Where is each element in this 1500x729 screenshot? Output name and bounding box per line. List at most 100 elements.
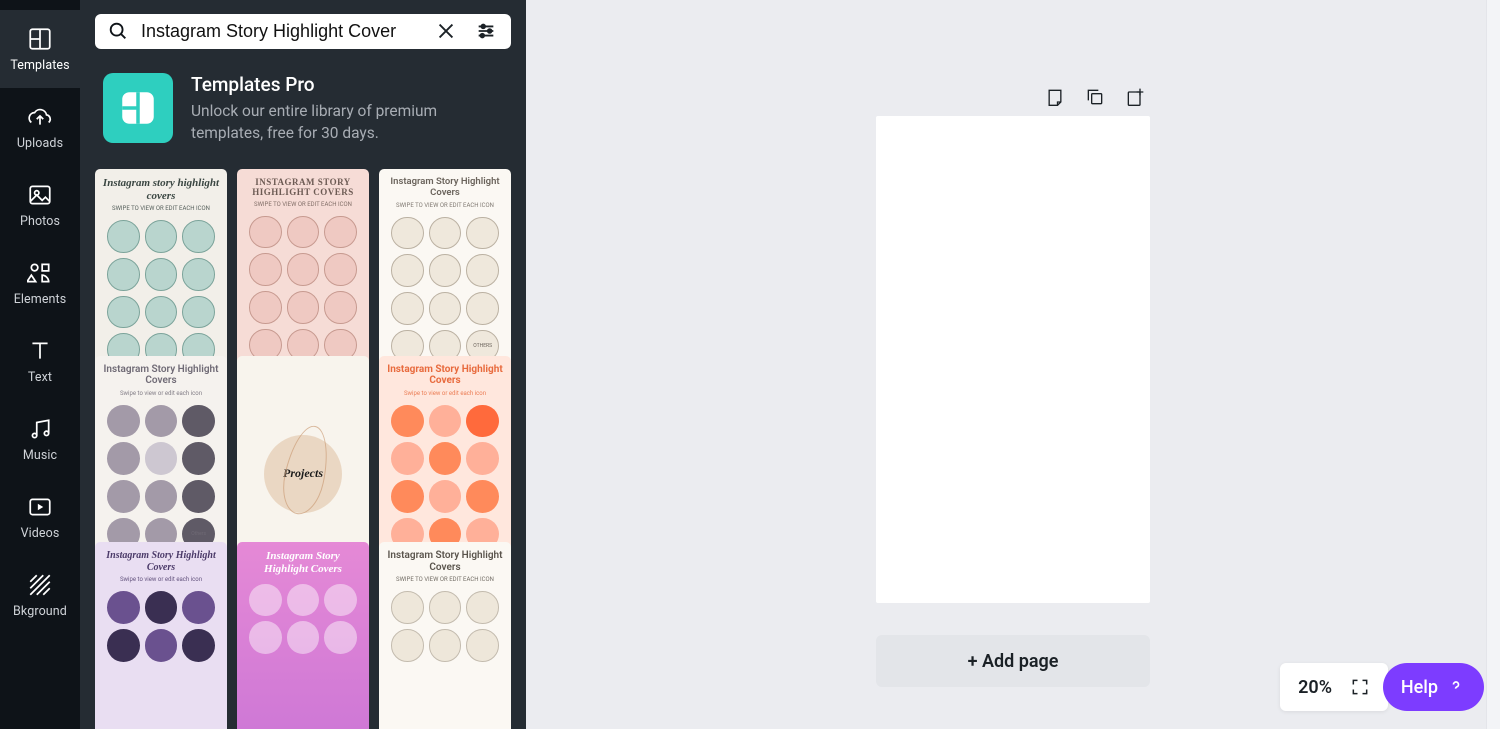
help-icon xyxy=(1446,677,1466,697)
duplicate-page-button[interactable] xyxy=(1084,86,1106,108)
copy-icon xyxy=(1085,87,1105,107)
sliders-icon xyxy=(475,20,497,42)
template-icon-circle xyxy=(287,584,320,617)
template-icon-circle xyxy=(107,591,140,624)
template-title: Instagram Story Highlight Covers xyxy=(385,364,505,387)
fullscreen-button[interactable] xyxy=(1350,677,1370,697)
template-icon-circle xyxy=(182,629,215,662)
template-icon-circle xyxy=(107,258,140,291)
nav-uploads[interactable]: Uploads xyxy=(0,88,80,166)
videos-icon xyxy=(27,494,53,520)
nav-photos[interactable]: Photos xyxy=(0,166,80,244)
nav-elements[interactable]: Elements xyxy=(0,244,80,322)
template-icon-circle xyxy=(249,584,282,617)
template-icon-circle xyxy=(107,442,140,475)
nav-music[interactable]: Music xyxy=(0,400,80,478)
template-subtitle: Swipe to view or edit each icon xyxy=(120,390,202,397)
template-icon-circle xyxy=(391,254,424,287)
template-icon-circle xyxy=(287,621,320,654)
nav-label: Music xyxy=(23,448,57,463)
template-subtitle: SWIPE TO VIEW OR EDIT EACH ICON xyxy=(396,576,494,583)
text-icon xyxy=(27,338,53,364)
template-icon-circle xyxy=(391,480,424,513)
nav-templates[interactable]: Templates xyxy=(0,10,80,88)
template-icon-circle xyxy=(287,216,320,249)
background-icon xyxy=(27,572,53,598)
template-icon-circle xyxy=(249,253,282,286)
close-icon xyxy=(435,20,457,42)
add-page-label: + Add page xyxy=(968,651,1059,672)
nav-label: Bkground xyxy=(13,604,67,619)
template-icon-circle xyxy=(145,591,178,624)
filter-button[interactable] xyxy=(471,16,501,46)
template-icon-circle xyxy=(287,253,320,286)
search-input[interactable] xyxy=(129,21,431,42)
template-icon-circle xyxy=(429,442,462,475)
search-bar xyxy=(95,14,511,49)
nav-label: Videos xyxy=(21,526,60,541)
template-icon-circle xyxy=(466,405,499,438)
notes-button[interactable] xyxy=(1044,86,1066,108)
template-icon-circle xyxy=(391,405,424,438)
template-icon-circle xyxy=(107,629,140,662)
template-title: INSTAGRAM STORY HIGHLIGHT COVERS xyxy=(243,177,363,198)
leaf-decoration xyxy=(277,422,335,518)
template-icon-circle xyxy=(145,296,178,329)
template-icon-circle xyxy=(324,216,357,249)
note-icon xyxy=(1045,87,1065,107)
template-card[interactable]: Instagram Story Highlight CoversSwipe to… xyxy=(95,542,227,729)
pro-badge-icon xyxy=(103,73,173,143)
nav-text[interactable]: Text xyxy=(0,322,80,400)
template-icon-circle xyxy=(145,405,178,438)
template-icon-circle xyxy=(182,258,215,291)
add-page-icon-button[interactable] xyxy=(1124,86,1146,108)
expand-icon xyxy=(1350,677,1370,697)
template-icon-circle xyxy=(466,292,499,325)
page-toolbar xyxy=(876,86,1150,108)
template-icon-circle xyxy=(249,621,282,654)
template-icon-circle xyxy=(107,296,140,329)
template-subtitle: Swipe to view or edit each icon xyxy=(404,390,486,397)
help-button[interactable]: Help xyxy=(1383,663,1484,711)
templates-icon xyxy=(27,26,53,52)
vertical-scrollbar[interactable] xyxy=(1486,0,1500,729)
nav-background[interactable]: Bkground xyxy=(0,556,80,634)
template-icon-circle xyxy=(182,591,215,624)
template-icon-circle xyxy=(466,480,499,513)
template-title: Instagram Story Highlight Covers xyxy=(101,550,221,573)
template-icon-circle xyxy=(391,217,424,250)
promo-title: Templates Pro xyxy=(191,73,491,96)
template-icon-circle xyxy=(391,591,424,624)
template-icon-circle xyxy=(429,591,462,624)
clear-search-button[interactable] xyxy=(431,16,461,46)
nav-label: Text xyxy=(28,370,52,385)
promo-text: Templates Pro Unlock our entire library … xyxy=(191,73,491,145)
uploads-icon xyxy=(27,104,53,130)
template-card[interactable]: Instagram Story Highlight Covers xyxy=(237,542,369,729)
nav-videos[interactable]: Videos xyxy=(0,478,80,556)
zoom-level[interactable]: 20% xyxy=(1298,677,1332,698)
music-icon xyxy=(27,416,53,442)
template-icon-circle xyxy=(182,442,215,475)
templates-pro-promo[interactable]: Templates Pro Unlock our entire library … xyxy=(95,49,511,153)
template-icon-circle xyxy=(145,480,178,513)
template-icon-circle xyxy=(145,258,178,291)
template-icon-circle xyxy=(466,591,499,624)
add-page-button[interactable]: + Add page xyxy=(876,635,1150,687)
template-title: Instagram Story Highlight Covers xyxy=(385,550,505,573)
template-icon-circle xyxy=(324,584,357,617)
template-subtitle: SWIPE TO VIEW OR EDIT EACH ICON xyxy=(112,205,210,212)
design-page[interactable] xyxy=(876,116,1150,603)
template-icon-circle xyxy=(107,405,140,438)
promo-body: Unlock our entire library of premium tem… xyxy=(191,100,491,145)
nav-label: Templates xyxy=(10,58,69,73)
template-card[interactable]: Instagram Story Highlight Covers SWIPE TO… xyxy=(379,542,511,729)
template-icon-circle xyxy=(145,442,178,475)
template-icon-circle xyxy=(249,291,282,324)
template-icon-grid xyxy=(249,584,357,729)
canvas-area: + Add page 20% Help xyxy=(526,0,1500,729)
help-label: Help xyxy=(1401,677,1438,698)
template-icon-circle xyxy=(391,442,424,475)
zoom-controls: 20% xyxy=(1280,663,1388,711)
template-title: Instagram Story Highlight Covers xyxy=(243,550,363,575)
